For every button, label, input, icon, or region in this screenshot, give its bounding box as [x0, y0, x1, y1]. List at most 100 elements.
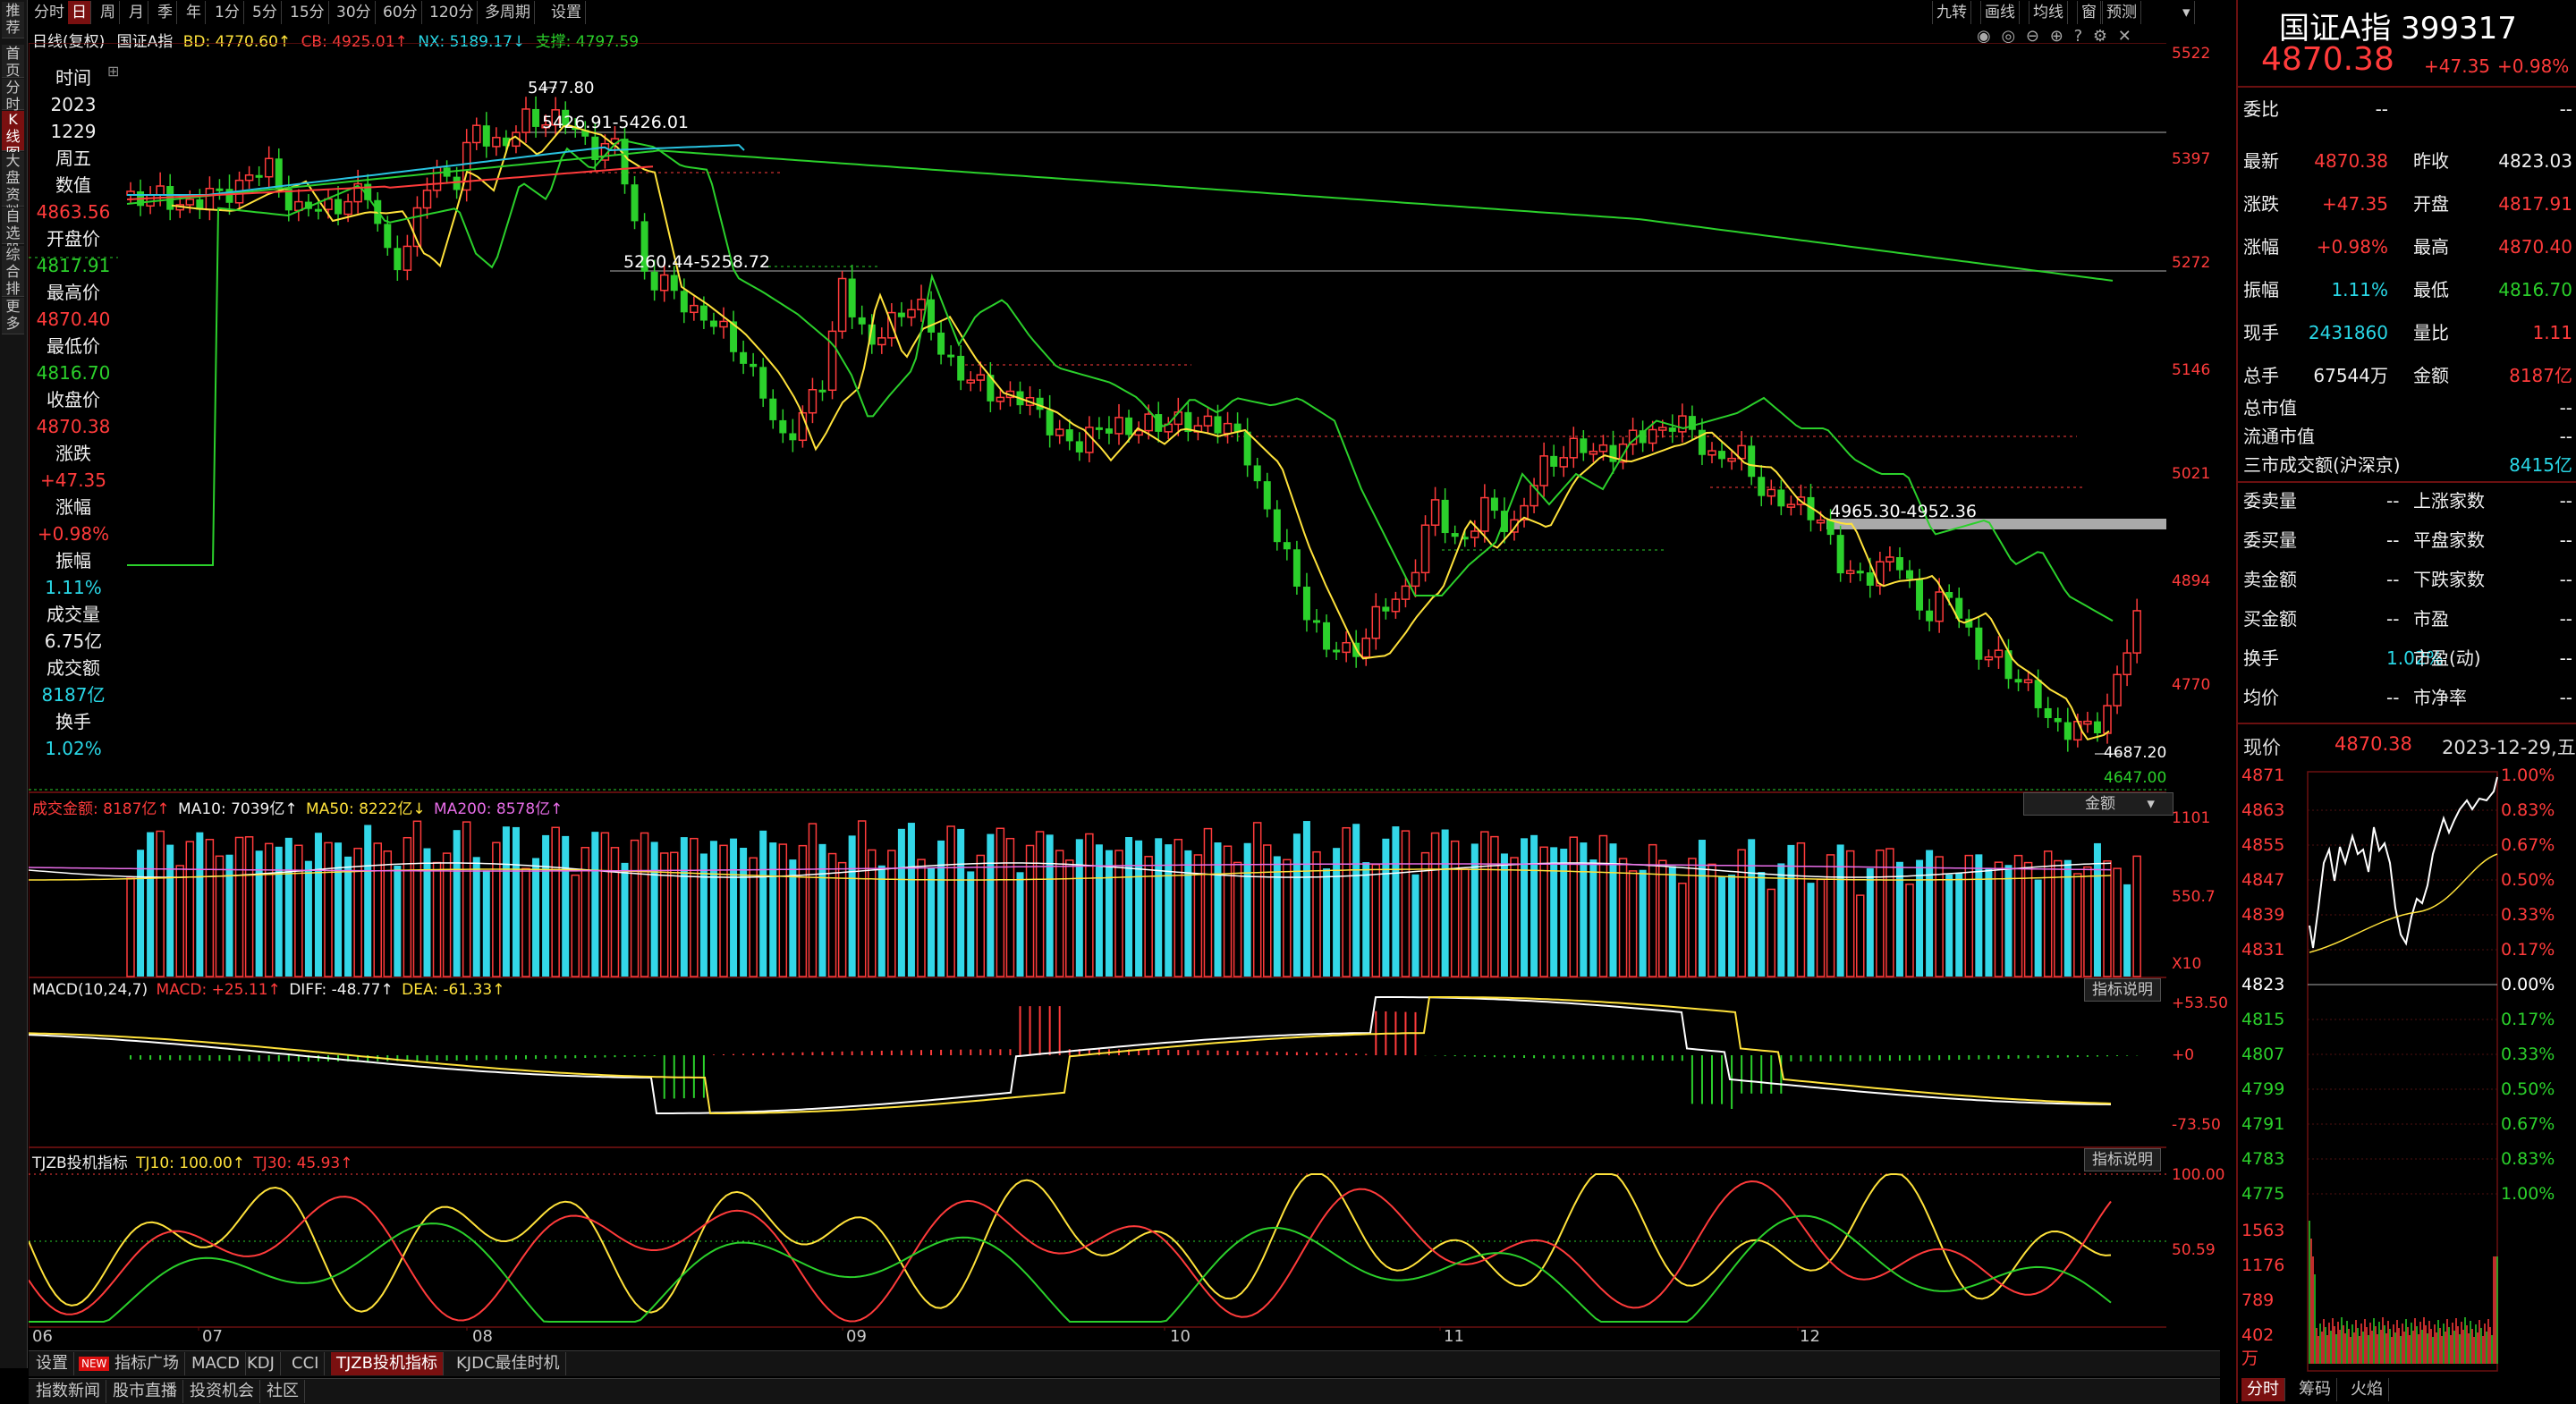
sidebar-item[interactable]: 推荐	[2, 2, 24, 38]
candle-down	[453, 176, 461, 190]
sidebar-item[interactable]: 分时图	[2, 79, 24, 130]
sidebar-item[interactable]: 更多	[2, 298, 24, 334]
mini-axis-left: 4807	[2241, 1045, 2284, 1064]
candle-up	[1984, 655, 1994, 661]
price-axis: 5522 5397 5272 5146 5021 4894 4770	[2172, 0, 2234, 805]
quote-bottom-tab[interactable]: 火焰	[2345, 1378, 2389, 1401]
period-tab[interactable]: 5分	[249, 1, 282, 24]
period-tab[interactable]: 15分	[286, 1, 329, 24]
candle-down	[769, 398, 777, 420]
mini-axis-left: 402	[2241, 1325, 2274, 1345]
volume-bar-up	[1845, 850, 1855, 977]
quote-row-label: 委买量	[2243, 529, 2297, 551]
period-tab[interactable]: 1分	[211, 1, 244, 24]
quote-row-label: 最低	[2413, 279, 2449, 300]
candle-down	[216, 188, 224, 191]
indicator-tab[interactable]: MACD	[186, 1352, 246, 1375]
toolbar-right-button[interactable]: 预测	[2102, 1, 2141, 24]
candle-up	[1430, 499, 1440, 526]
sidebar-item[interactable]: 首页	[2, 45, 24, 79]
candle-up	[917, 298, 926, 311]
period-tab[interactable]: 季	[154, 1, 177, 24]
volume-bar-up	[1964, 854, 1974, 977]
candle-down	[384, 224, 392, 249]
mini-axis-left: 4847	[2241, 870, 2284, 890]
period-tab[interactable]: 日	[68, 1, 91, 24]
volume-bar-down	[1945, 874, 1953, 977]
period-tab[interactable]: 60分	[379, 1, 422, 24]
news-tab[interactable]: 股市直播	[107, 1380, 183, 1403]
volume-bar-down	[1095, 844, 1103, 977]
news-tab[interactable]: 投资机会	[184, 1380, 260, 1403]
period-tab[interactable]: 多周期	[481, 1, 535, 24]
indicator-tab[interactable]: 设置	[30, 1352, 74, 1375]
volume-bar-up	[946, 825, 955, 977]
candle-up	[690, 304, 699, 314]
volume-bar-down	[1333, 848, 1341, 977]
candle-down	[897, 312, 905, 317]
quote-bottom-tab[interactable]: 筹码	[2293, 1378, 2337, 1401]
quote-bottom-tab[interactable]: 分时	[2241, 1378, 2285, 1401]
tjzb-axis-top: 100.00	[2172, 1166, 2225, 1184]
mini-axis-right: 1.00%	[2501, 765, 2555, 785]
indicator-tab[interactable]: CCI	[286, 1352, 326, 1375]
volume-bar-down	[147, 832, 155, 977]
tj10-value: TJ10: 100.00↑	[136, 1154, 246, 1172]
candle-down	[1253, 465, 1261, 482]
period-tab[interactable]: 分时	[30, 1, 69, 24]
mini-axis-left: 4783	[2241, 1149, 2284, 1169]
sidebar-item[interactable]: 大盘资料	[2, 152, 24, 220]
volume-bar-up	[917, 858, 926, 977]
intraday-chart[interactable]: 4871 4863 4855 4847 4839 4831 4823 4815 4807 4799…	[2238, 765, 2576, 1382]
indicator-tab[interactable]: KJDC最佳时机	[451, 1352, 566, 1375]
candle-down	[947, 354, 955, 358]
candle-down	[928, 299, 936, 333]
amount-dropdown[interactable]: 金额 ▾	[2023, 792, 2174, 816]
period-tab[interactable]: 年	[182, 1, 206, 24]
quote-row-label: 最新	[2243, 150, 2279, 172]
candle-up	[185, 199, 195, 206]
volume-bar-up	[175, 865, 184, 977]
macd-header: MACD(10,24,7) MACD: +25.11↑ DIFF: -48.77…	[32, 981, 504, 999]
news-tab[interactable]: 社区	[261, 1380, 305, 1403]
sidebar-item[interactable]: K线图	[2, 111, 24, 162]
volume-bar-down	[166, 844, 174, 977]
indicator-tab[interactable]: 指标广场	[109, 1352, 185, 1375]
candle-down	[1777, 489, 1785, 507]
period-tab[interactable]: 120分	[426, 1, 479, 24]
quote-row: 买金额 -- 市盈 --	[2243, 599, 2572, 639]
candle-down	[335, 199, 343, 215]
candle-down	[1866, 572, 1874, 586]
indicator-tab[interactable]: TJZB投机指标	[331, 1352, 444, 1375]
toolbar-right-button[interactable]: 均线	[2029, 1, 2068, 24]
volume-bar-down	[1500, 853, 1508, 977]
indicator-tab[interactable]: KDJ	[242, 1352, 281, 1375]
toolbar-right-button[interactable]: 画线	[1980, 1, 2020, 24]
period-tab[interactable]: 月	[125, 1, 148, 24]
toolbar-right-button[interactable]: 窗	[2077, 1, 2101, 24]
quote-row: 均价 -- 市净率 --	[2243, 678, 2572, 717]
quote-row-value: --	[2559, 608, 2572, 630]
sidebar-item[interactable]: 综合排名	[2, 246, 24, 314]
period-tab[interactable]: 30分	[333, 1, 376, 24]
quote-row-value: 8187亿	[2509, 365, 2572, 386]
low-label-2: 4647.00	[2104, 769, 2167, 787]
volume-bar-up	[1628, 870, 1638, 977]
macd-axis-bot: -73.50	[2172, 1116, 2221, 1134]
mini-axis-right: 0.00%	[2501, 975, 2555, 994]
candle-up	[2083, 720, 2092, 725]
sidebar-item[interactable]: 自选股	[2, 207, 24, 258]
tjzb-help-button[interactable]: 指标说明	[2084, 1148, 2161, 1171]
candle-up	[1935, 591, 1944, 622]
mini-axis-left: 4831	[2241, 940, 2284, 960]
volume-bar-down	[1184, 850, 1192, 977]
period-tab[interactable]: 周	[97, 1, 120, 24]
quote-row: 涨幅 +0.98% 最高 4870.40	[2243, 227, 2572, 266]
period-tab[interactable]: 设置	[547, 1, 586, 24]
volume-bar-down	[1955, 873, 1963, 977]
toolbar-right-button[interactable]: 九转	[1932, 1, 1971, 24]
volume-bar-up	[215, 855, 225, 977]
candle-down	[631, 184, 639, 222]
macd-help-button[interactable]: 指标说明	[2084, 978, 2161, 1002]
news-tab[interactable]: 指数新闻	[30, 1380, 106, 1403]
